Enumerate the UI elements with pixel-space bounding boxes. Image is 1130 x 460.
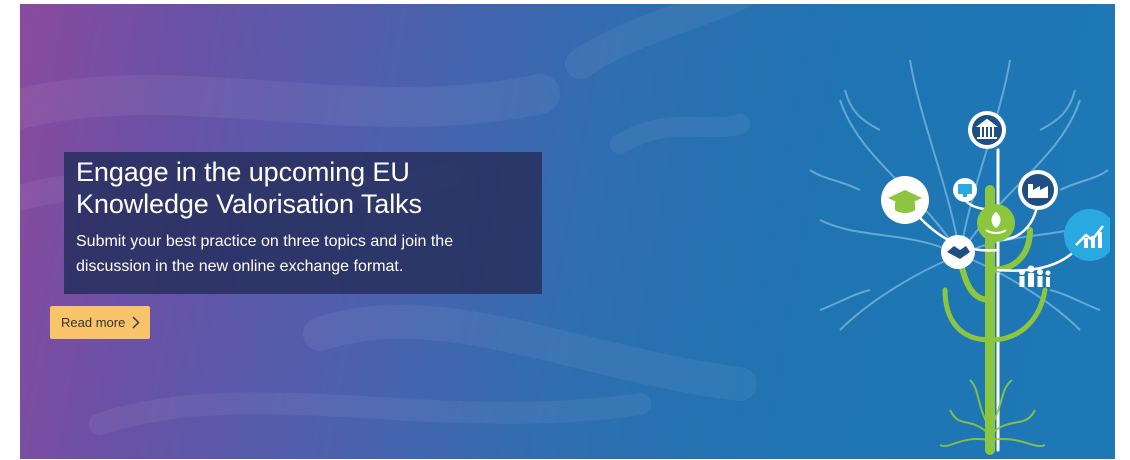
knowledge-tree-illustration <box>809 59 1110 455</box>
headline-card: Engage in the upcoming EU Knowledge Valo… <box>64 152 542 294</box>
government-building-icon <box>968 111 1006 149</box>
trunk <box>903 148 1092 455</box>
read-more-label: Read more <box>61 315 126 330</box>
computer-icon <box>953 178 977 202</box>
factory-icon <box>1018 170 1058 210</box>
banner-title: Engage in the upcoming EU Knowledge Valo… <box>76 157 422 219</box>
hero-banner: Engage in the upcoming EU Knowledge Valo… <box>20 4 1115 459</box>
plant-in-hand-icon <box>977 204 1015 242</box>
chevron-right-icon <box>132 316 140 329</box>
handshake-icon <box>941 235 975 269</box>
banner-description: Submit your best practice on three topic… <box>76 233 454 275</box>
read-more-button[interactable]: Read more <box>50 306 150 339</box>
graduation-cap-icon <box>881 176 929 224</box>
